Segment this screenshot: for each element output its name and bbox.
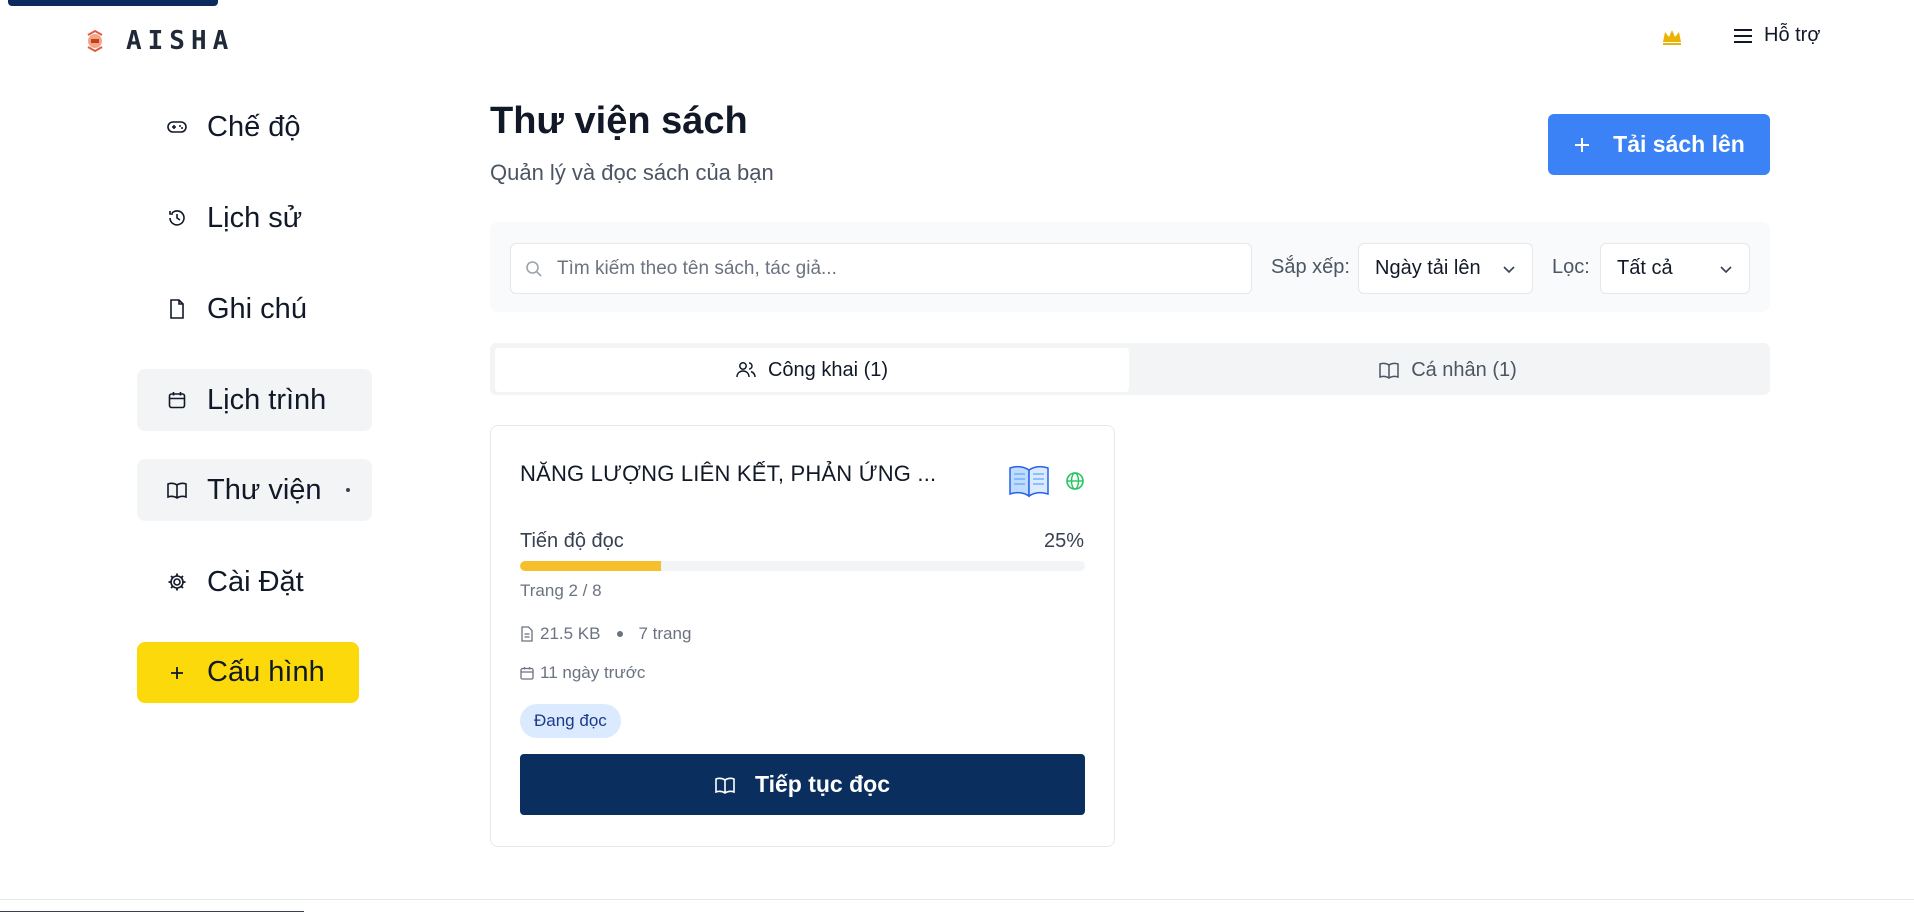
- chevron-down-icon: [1503, 265, 1515, 273]
- sidebar-item-library[interactable]: Thư viện: [137, 459, 372, 521]
- page-info: Trang 2 / 8: [520, 581, 602, 600]
- gear-icon: [167, 572, 187, 592]
- book-open-icon: [1379, 362, 1399, 379]
- status-badge: Đang đọc: [520, 704, 621, 738]
- logo-text: AISHA: [126, 26, 235, 56]
- plus-icon: [1575, 137, 1590, 152]
- filter-select[interactable]: Tất cả: [1600, 243, 1750, 294]
- file-size: 21.5 KB: [540, 624, 601, 643]
- page-count: 7 trang: [638, 624, 692, 643]
- page-subtitle: Quản lý và đọc sách của bạn: [490, 160, 774, 185]
- sidebar-item-label: Ghi chú: [207, 292, 307, 325]
- tab-label: Công khai (1): [767, 358, 889, 381]
- upload-date: 11 ngày trước: [540, 663, 646, 682]
- tab-public[interactable]: Công khai (1): [495, 348, 1129, 392]
- book-open-icon: [715, 777, 735, 794]
- plus-icon: [167, 663, 187, 683]
- sidebar-item-label: Thư viện: [207, 473, 322, 506]
- filter-toolbar: Sắp xếp: Ngày tải lên Lọc: Tất cả: [490, 222, 1770, 312]
- filter-label: Lọc:: [1552, 256, 1590, 278]
- book-meta-date: 11 ngày trước: [520, 663, 645, 683]
- active-indicator-dot: [346, 488, 350, 492]
- separator-dot: [616, 631, 623, 637]
- upload-book-button[interactable]: Tải sách lên: [1548, 114, 1770, 175]
- search-input[interactable]: [557, 257, 1237, 280]
- file-icon: [521, 626, 533, 642]
- calendar-icon: [520, 667, 534, 680]
- book-open-icon: [167, 480, 187, 500]
- config-button[interactable]: Cấu hình: [137, 642, 359, 703]
- sort-value: Ngày tải lên: [1375, 257, 1481, 279]
- sidebar-item-label: Chế độ: [207, 110, 301, 143]
- crown-icon[interactable]: [1661, 26, 1683, 48]
- users-icon: [736, 362, 756, 378]
- progress-percent: 25%: [1043, 530, 1084, 552]
- calendar-icon: [167, 390, 187, 410]
- continue-label: Tiếp tục đọc: [754, 771, 891, 797]
- footer-divider: [0, 899, 1914, 900]
- logo[interactable]: AISHA: [84, 26, 234, 56]
- support-label: Hỗ trợ: [1764, 24, 1821, 46]
- progress-fill: [520, 561, 662, 571]
- progress-label: Tiến độ đọc: [520, 530, 624, 552]
- library-tabs: Công khai (1) Cá nhân (1): [490, 343, 1770, 395]
- gamepad-icon: [167, 117, 187, 137]
- filter-value: Tất cả: [1617, 257, 1673, 279]
- open-book-icon: [1009, 465, 1049, 498]
- support-menu-button[interactable]: Hỗ trợ: [1734, 24, 1820, 47]
- aisha-logo-icon: [87, 29, 103, 53]
- config-label: Cấu hình: [207, 656, 325, 688]
- search-icon: [526, 260, 542, 277]
- file-icon: [167, 299, 187, 319]
- footer-accent-line: [0, 911, 304, 912]
- tab-label: Cá nhân (1): [1411, 358, 1517, 381]
- book-title: NĂNG LƯỢNG LIÊN KẾT, PHẢN ỨNG ...: [520, 461, 937, 486]
- book-meta-size: 21.5 KB 7 trang: [520, 624, 691, 644]
- top-accent-bar: [8, 0, 218, 6]
- tab-personal[interactable]: Cá nhân (1): [1131, 348, 1765, 392]
- continue-reading-button[interactable]: Tiếp tục đọc: [520, 754, 1085, 815]
- history-icon: [167, 208, 187, 228]
- sidebar-item-notes[interactable]: Ghi chú: [137, 278, 372, 340]
- sidebar-item-settings[interactable]: Cài Đặt: [137, 551, 372, 613]
- page-title: Thư viện sách: [490, 100, 748, 142]
- sidebar-item-label: Lịch trình: [207, 383, 327, 416]
- sidebar-item-mode[interactable]: Chế độ: [137, 96, 372, 158]
- chevron-down-icon: [1720, 265, 1732, 273]
- search-box[interactable]: [510, 243, 1252, 294]
- upload-label: Tải sách lên: [1613, 131, 1745, 157]
- progress-bar: [520, 561, 1085, 571]
- globe-icon: [1066, 472, 1084, 490]
- sidebar-item-history[interactable]: Lịch sử: [137, 187, 372, 249]
- sidebar-item-label: Lịch sử: [207, 201, 303, 234]
- sort-select[interactable]: Ngày tải lên: [1358, 243, 1533, 294]
- sidebar-item-label: Cài Đặt: [207, 565, 304, 598]
- sidebar-item-schedule[interactable]: Lịch trình: [137, 369, 372, 431]
- menu-icon: [1734, 28, 1752, 43]
- sort-label: Sắp xếp:: [1271, 256, 1350, 278]
- book-card[interactable]: NĂNG LƯỢNG LIÊN KẾT, PHẢN ỨNG ... Tiến đ…: [490, 425, 1115, 847]
